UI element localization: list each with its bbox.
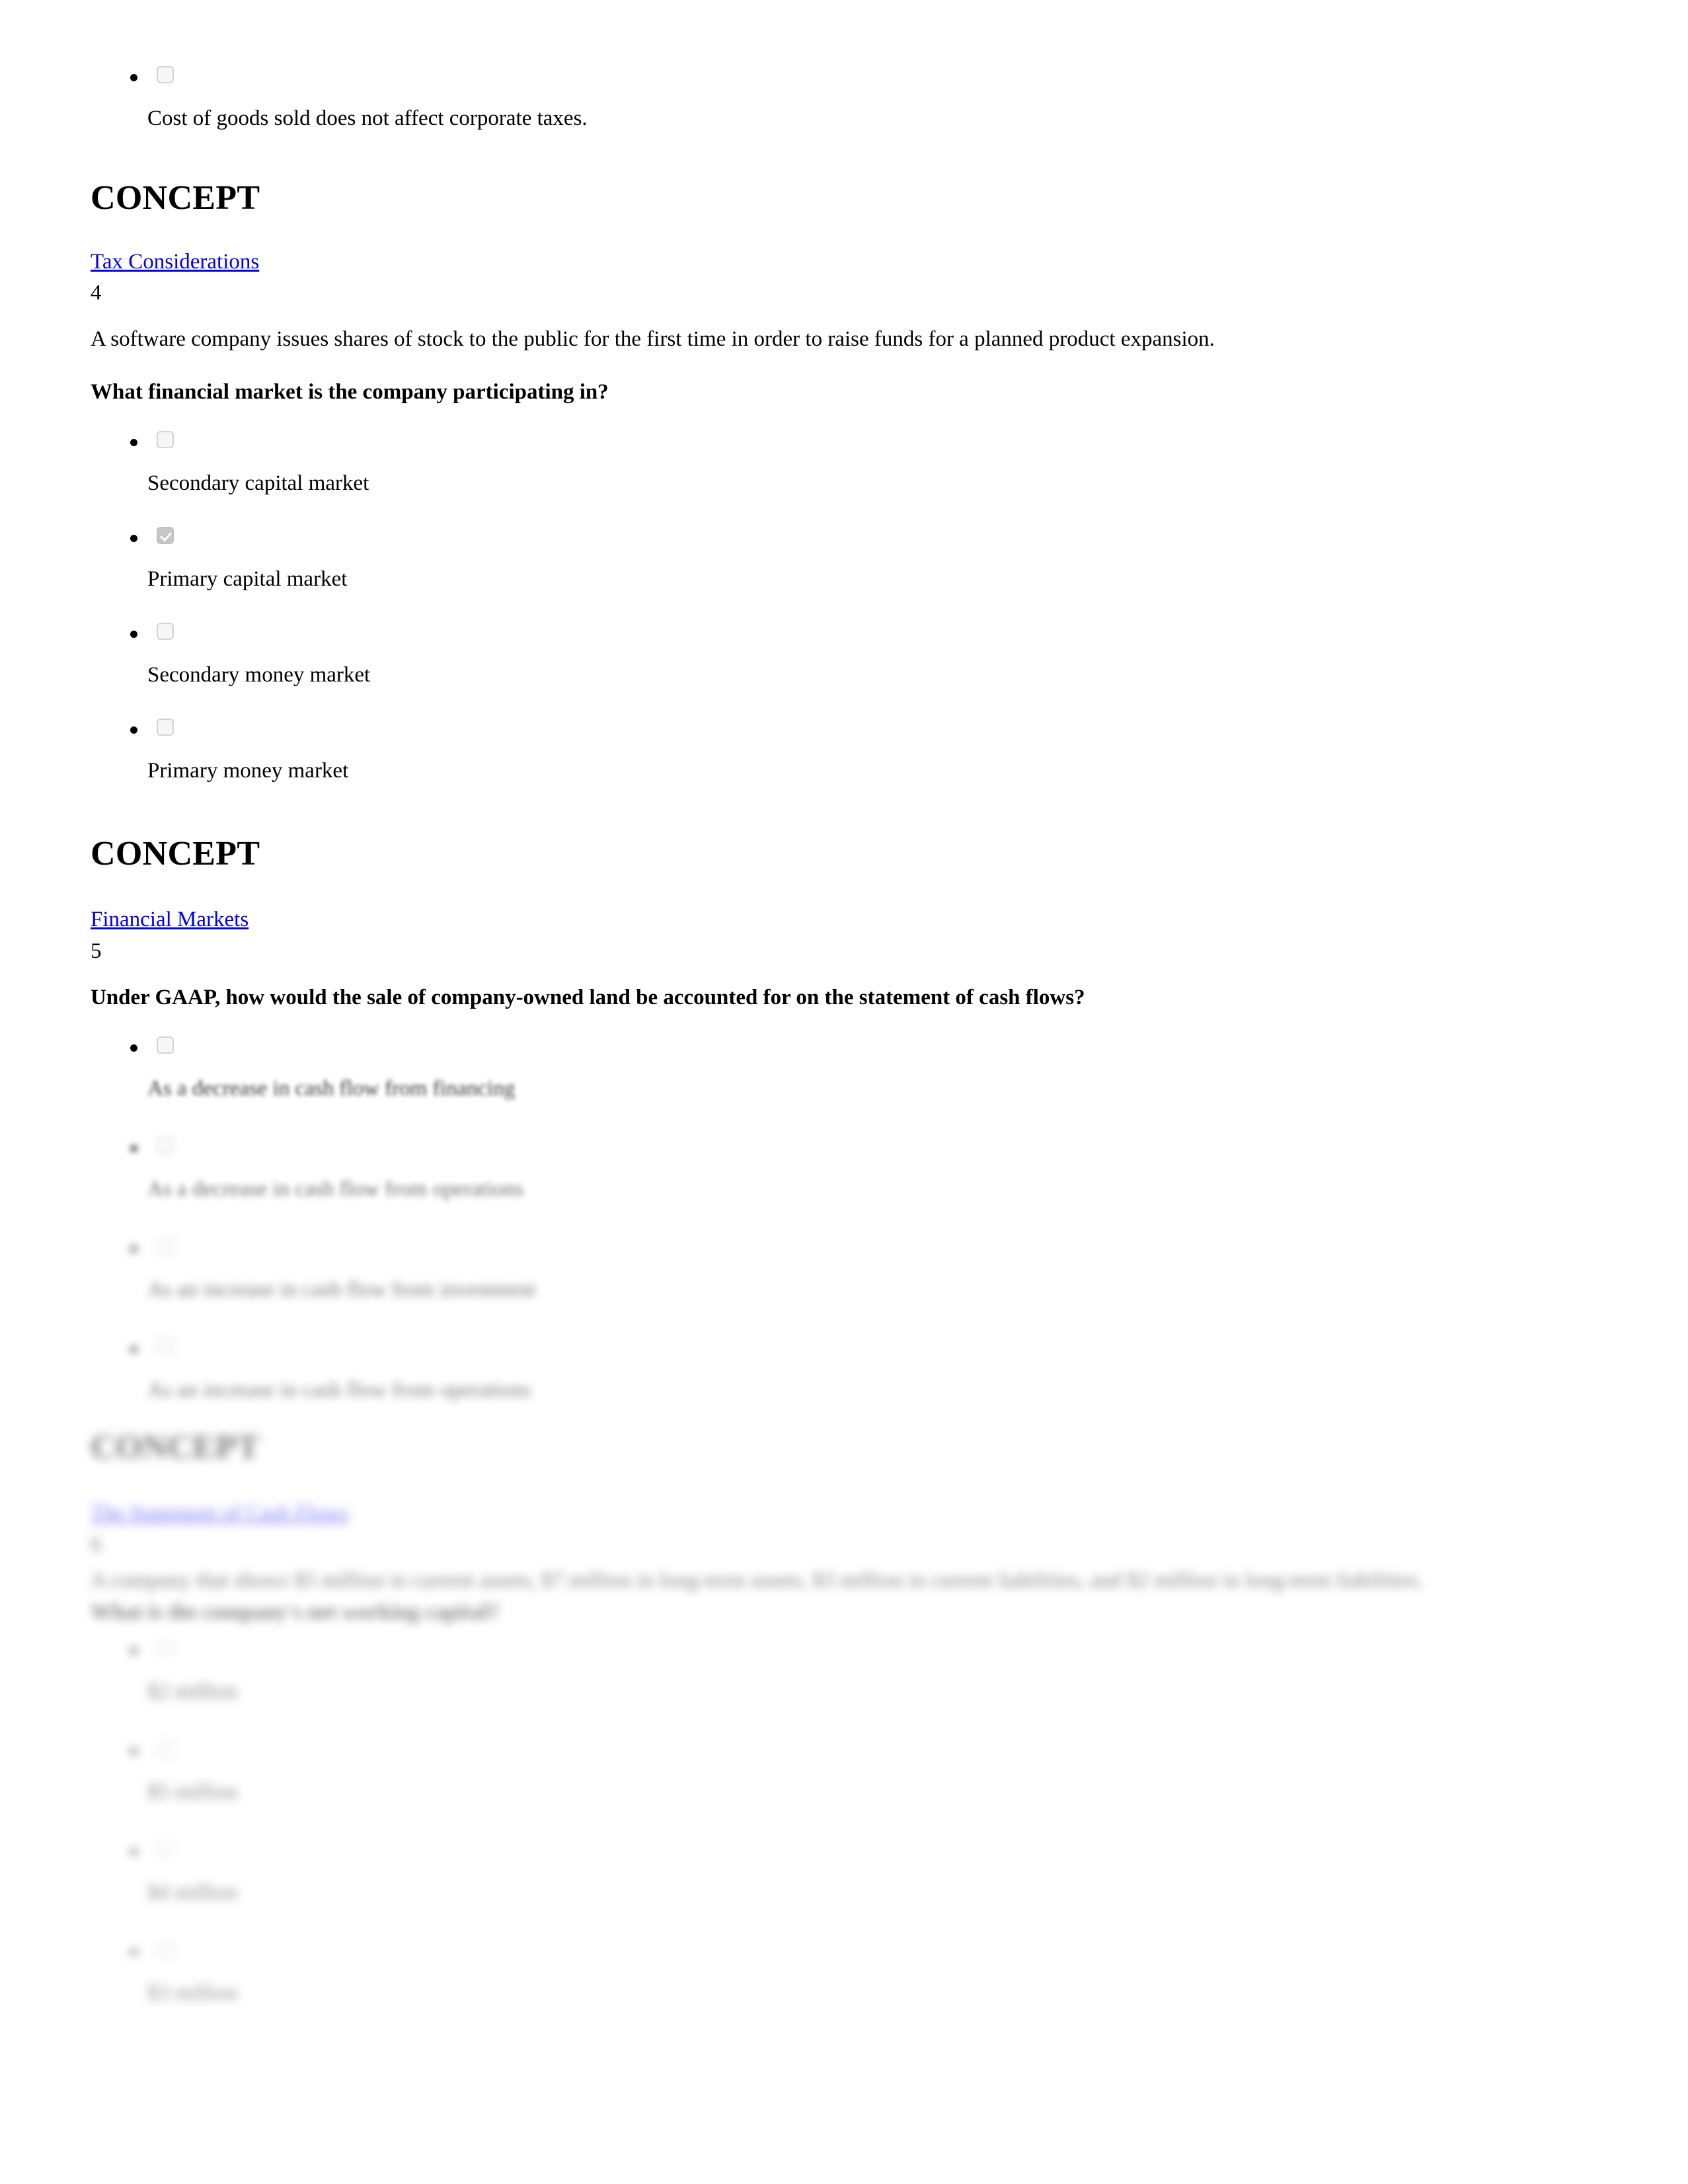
option-checkbox[interactable] [157,431,174,448]
document-page: Cost of goods sold does not affect corpo… [0,0,1688,2184]
question-number-5: 5 [91,939,102,963]
option-label: As a decrease in cash flow from financin… [147,1077,516,1101]
list-item[interactable]: As an increase in cash flow from investm… [91,1237,1564,1338]
option-label: $4 million [147,1881,238,1904]
option-checkbox[interactable] [157,1639,174,1657]
list-item[interactable]: As a decrease in cash flow from financin… [91,1036,1564,1137]
list-item[interactable]: As a decrease in cash flow from operatio… [91,1137,1564,1237]
carryover-option-list: Cost of goods sold does not affect corpo… [91,66,1564,133]
option-label: As a decrease in cash flow from operatio… [147,1177,524,1201]
list-item[interactable]: Secondary money market [91,623,1564,719]
list-item[interactable]: Cost of goods sold does not affect corpo… [91,66,1564,133]
list-bullet-icon [130,726,137,734]
option-label: As an increase in cash flow from operati… [147,1378,531,1402]
list-item[interactable]: Primary capital market [91,527,1564,623]
list-bullet-icon [130,439,137,446]
option-label: Primary money market [147,759,349,783]
option-checkbox[interactable] [157,1840,174,1857]
list-bullet-icon [130,535,137,542]
list-bullet-icon [130,74,137,81]
question-4-options: Secondary capital market Primary capital… [91,431,1564,814]
list-bullet-icon [130,631,137,638]
list-bullet-icon [130,1748,137,1755]
option-checkbox[interactable] [157,1740,174,1757]
option-checkbox[interactable] [157,1137,174,1154]
question-4-stem: A software company issues shares of stoc… [91,327,1215,351]
option-checkbox[interactable] [157,623,174,640]
list-bullet-icon [130,1346,137,1353]
concept-heading: CONCEPT [91,1428,260,1466]
option-label: $3 million [147,1981,238,2005]
option-label: Primary capital market [147,567,348,591]
list-item[interactable]: $2 million [91,1639,1564,1740]
question-6-stem: A company that shows $5 million in curre… [91,1569,1424,1592]
question-number-6: 6 [91,1533,102,1557]
question-5-options: As a decrease in cash flow from financin… [91,1036,1564,1438]
list-item[interactable]: $4 million [91,1840,1564,1941]
concept-heading: CONCEPT [91,835,260,873]
list-item[interactable]: As an increase in cash flow from operati… [91,1338,1564,1438]
option-checkbox-checked[interactable] [157,527,174,544]
option-checkbox[interactable] [157,1941,174,1958]
list-bullet-icon [130,1145,137,1152]
list-item[interactable]: Secondary capital market [91,431,1564,527]
option-checkbox[interactable] [157,719,174,736]
question-5-prompt: Under GAAP, how would the sale of compan… [91,986,1085,1009]
concept-heading: CONCEPT [91,179,260,217]
option-checkbox[interactable] [157,1237,174,1255]
list-item[interactable]: Primary money market [91,719,1564,814]
concept-link-financial-markets[interactable]: Financial Markets [91,906,249,934]
question-number-4: 4 [91,281,102,305]
list-bullet-icon [130,1245,137,1253]
question-6-prompt: What is the company's net working capita… [91,1600,499,1624]
list-item[interactable]: $5 million [91,1740,1564,1840]
option-label: Cost of goods sold does not affect corpo… [147,106,588,130]
question-4-prompt: What financial market is the company par… [91,380,609,404]
option-label: $2 million [147,1680,238,1703]
list-bullet-icon [130,1848,137,1855]
option-label: Secondary money market [147,663,371,687]
concept-link-statement-of-cash-flows[interactable]: The Statement of Cash Flows [91,1499,348,1528]
concept-link-tax-considerations[interactable]: Tax Considerations [91,248,259,276]
question-6-options: $2 million $5 million $4 million $3 mill… [91,1639,1564,2041]
option-label: $5 million [147,1780,238,1804]
list-bullet-icon [130,1647,137,1655]
list-bullet-icon [130,1949,137,1956]
list-item[interactable]: $3 million [91,1941,1564,2041]
option-label: As an increase in cash flow from investm… [147,1278,536,1302]
concept-block-1: CONCEPT [91,178,1564,218]
option-label: Secondary capital market [147,471,369,495]
list-bullet-icon [130,1044,137,1052]
option-checkbox[interactable] [157,66,174,83]
option-checkbox[interactable] [157,1338,174,1355]
